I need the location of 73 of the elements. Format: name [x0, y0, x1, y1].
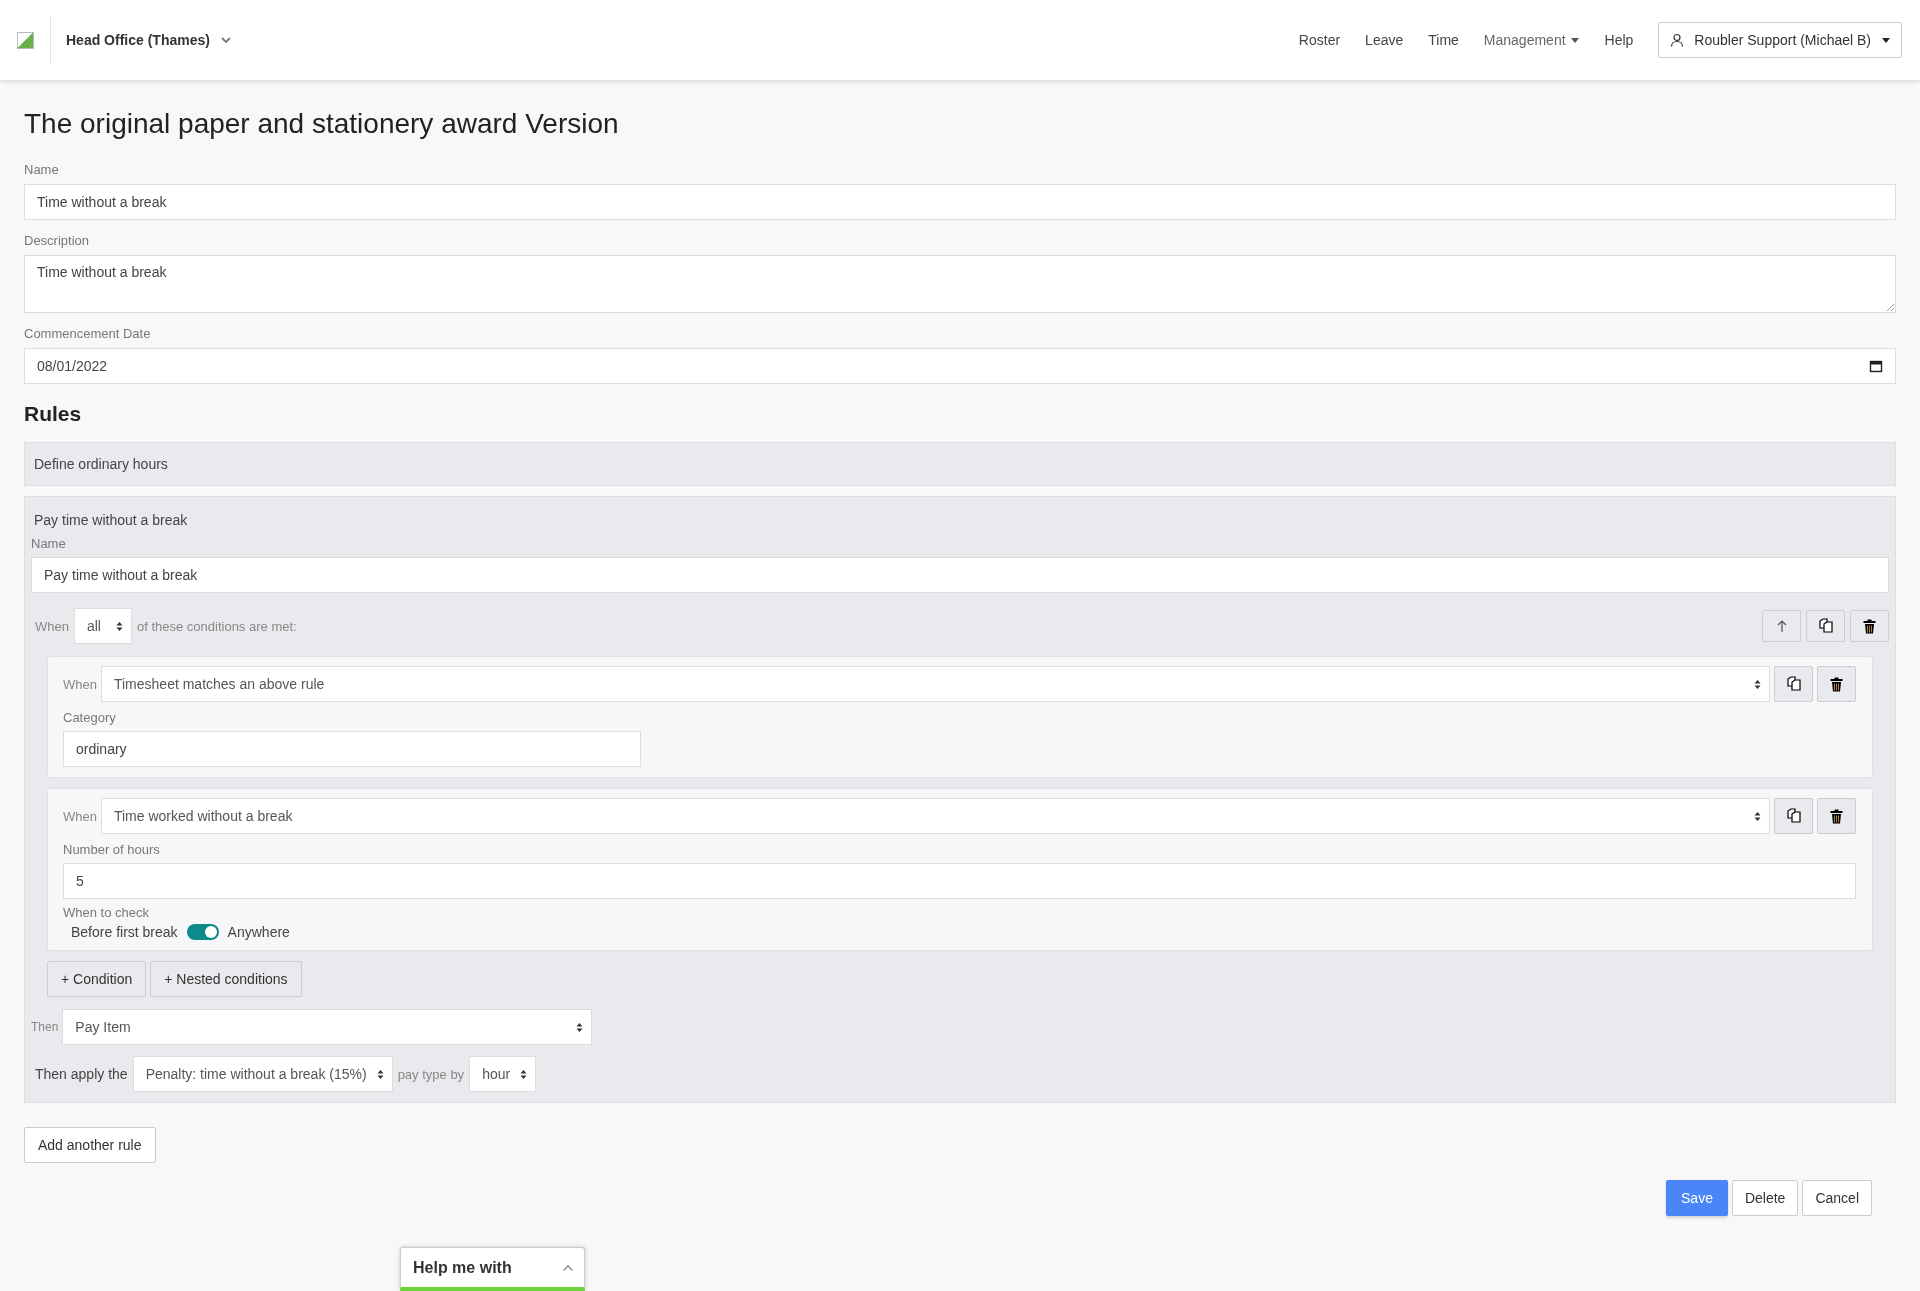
- rule-header[interactable]: Define ordinary hours: [24, 442, 1896, 486]
- trash-icon: [1830, 676, 1843, 692]
- field-label: Commencement Date: [24, 326, 152, 341]
- user-menu[interactable]: Roubler Support (Michael B): [1658, 22, 1902, 58]
- arrow-up-icon: [1775, 619, 1788, 633]
- add-condition-button[interactable]: + Condition: [47, 961, 147, 997]
- copy-button[interactable]: [1774, 666, 1813, 702]
- chevron-down-icon: [219, 34, 232, 46]
- trash-icon: [1830, 808, 1843, 824]
- unit-select[interactable]: hour: [469, 1056, 537, 1092]
- nav-link[interactable]: Management: [1483, 32, 1580, 48]
- sort-arrows-icon: [520, 1068, 528, 1080]
- field-label: When: [63, 676, 97, 692]
- rule-title: Pay time without a break: [33, 512, 189, 528]
- action-button[interactable]: Delete: [1731, 1180, 1799, 1216]
- copy-icon: [1785, 676, 1802, 692]
- broken-image-icon: [17, 31, 34, 49]
- then-select[interactable]: Pay Item: [62, 1009, 593, 1045]
- field-label: Name: [24, 162, 60, 177]
- delete-button[interactable]: [1850, 610, 1889, 642]
- resize-handle-icon[interactable]: [1886, 303, 1894, 311]
- toggle-switch[interactable]: [186, 924, 219, 940]
- nav-link[interactable]: Roster: [1298, 32, 1341, 48]
- condition-select[interactable]: Time worked without a break: [100, 798, 1770, 834]
- field-label: When to check: [63, 905, 150, 920]
- pay-type-select[interactable]: Penalty: time without a break (15%): [132, 1056, 393, 1092]
- nav-link[interactable]: Leave: [1365, 32, 1404, 48]
- match-select[interactable]: all: [73, 608, 132, 644]
- date-field[interactable]: 08/01/2022: [24, 348, 1896, 384]
- section-heading: Rules: [24, 402, 83, 426]
- delete-button[interactable]: [1817, 666, 1856, 702]
- text-field[interactable]: Time without a break: [24, 184, 1896, 220]
- copy-button[interactable]: [1774, 798, 1813, 834]
- text-field[interactable]: Pay time without a break: [31, 557, 1889, 593]
- page-title: The original paper and stationery award Version: [24, 108, 620, 140]
- caret-icon: [1881, 36, 1891, 44]
- add-rule-button[interactable]: Add another rule: [24, 1127, 156, 1163]
- field-label: Number of hours: [63, 842, 161, 857]
- field-label: Description: [24, 233, 91, 248]
- trash-icon: [1863, 618, 1876, 634]
- copy-icon: [1817, 618, 1834, 634]
- nav-link[interactable]: Help: [1604, 32, 1634, 48]
- copy-icon: [1785, 808, 1802, 824]
- field-label: Then apply the: [35, 1066, 128, 1082]
- action-button[interactable]: Cancel: [1802, 1180, 1872, 1216]
- field-label: Name: [31, 536, 67, 551]
- user-icon: [1670, 33, 1685, 47]
- location-dropdown[interactable]: Head Office (Thames): [66, 32, 232, 48]
- field-label: Then: [31, 1020, 59, 1034]
- text-field[interactable]: 5: [63, 863, 1856, 899]
- move-up-button[interactable]: [1762, 610, 1801, 642]
- field-label: When: [35, 618, 69, 634]
- toggle-label: Before first break: [71, 924, 178, 940]
- help-widget[interactable]: Help me with: [400, 1247, 585, 1291]
- sort-arrows-icon: [115, 620, 123, 632]
- text-field[interactable]: ordinary: [63, 731, 641, 767]
- calendar-icon[interactable]: [1869, 359, 1883, 373]
- add-condition-button[interactable]: + Nested conditions: [150, 961, 302, 997]
- delete-button[interactable]: [1817, 798, 1856, 834]
- sort-arrows-icon: [1754, 810, 1761, 822]
- sort-arrows-icon: [576, 1021, 584, 1033]
- field-label: When: [63, 808, 97, 824]
- sort-arrows-icon: [1754, 678, 1761, 690]
- toggle-label: Anywhere: [227, 924, 290, 940]
- text-area[interactable]: Time without a break: [24, 255, 1896, 313]
- condition-select[interactable]: Timesheet matches an above rule: [100, 666, 1770, 702]
- sort-arrows-icon: [376, 1068, 384, 1080]
- field-label: pay type by: [397, 1066, 465, 1082]
- field-label: Category: [63, 710, 117, 725]
- chevron-up-icon: [562, 1263, 574, 1272]
- field-label: of these conditions are met:: [136, 618, 297, 634]
- nav-link[interactable]: Time: [1428, 32, 1459, 48]
- copy-button[interactable]: [1806, 610, 1845, 642]
